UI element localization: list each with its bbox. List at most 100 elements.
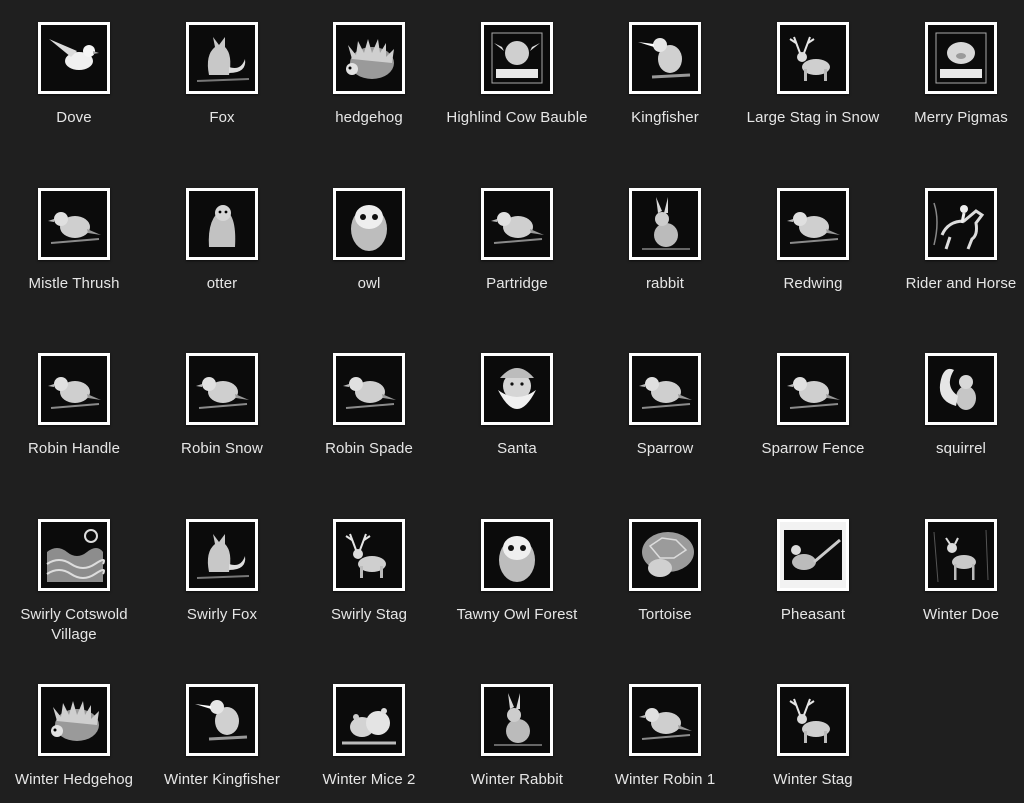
thumbnail-label: hedgehog (335, 109, 403, 126)
thumbnail-image[interactable] (481, 684, 553, 756)
thumbnail-label: Robin Handle (27, 440, 121, 457)
thumbnail-image[interactable] (777, 353, 849, 425)
thumbnail-image[interactable] (333, 684, 405, 756)
gallery-item[interactable]: Redwing (739, 166, 887, 326)
thumbnail-image[interactable] (629, 353, 701, 425)
gallery-item[interactable]: Winter Mice 2 (295, 662, 443, 803)
gallery-item[interactable]: Sparrow (591, 331, 739, 491)
gallery-item[interactable]: Swirly Cotswold Village (0, 497, 148, 657)
gallery-item[interactable]: Winter Kingfisher (148, 662, 296, 803)
thumbnail-label: Winter Mice 2 (322, 771, 416, 788)
gallery-item[interactable]: Highlind Cow Bauble (443, 0, 591, 160)
thumbnail-image[interactable] (481, 22, 553, 94)
thumbnail-image[interactable] (38, 22, 110, 94)
owl-icon (336, 191, 402, 257)
gallery-item[interactable]: Large Stag in Snow (739, 0, 887, 160)
thumbnail-image[interactable] (629, 22, 701, 94)
fox-icon (189, 522, 255, 588)
thumbnail-image[interactable] (629, 519, 701, 591)
bird-icon (189, 356, 255, 422)
thumbnail-label: Pheasant (780, 606, 846, 623)
gallery-item[interactable]: Swirly Fox (148, 497, 296, 657)
gallery-item[interactable]: Tawny Owl Forest (443, 497, 591, 657)
gallery-item[interactable]: Swirly Stag (295, 497, 443, 657)
thumbnail-image[interactable] (629, 188, 701, 260)
mice-icon (336, 687, 402, 753)
thumbnail-label: Swirly Cotswold Village (20, 606, 128, 643)
rabbit-icon (632, 191, 698, 257)
gallery-item[interactable]: Fox (148, 0, 296, 160)
gallery-item[interactable]: Merry Pigmas (887, 0, 1024, 160)
kingfisher-icon (189, 687, 255, 753)
thumbnail-image[interactable] (38, 519, 110, 591)
thumbnail-image[interactable] (925, 353, 997, 425)
gallery-item[interactable]: Winter Doe (887, 497, 1024, 657)
thumbnail-label: Robin Snow (181, 440, 263, 457)
thumbnail-image[interactable] (333, 188, 405, 260)
thumbnail-image[interactable] (186, 188, 258, 260)
thumbnail-image[interactable] (186, 353, 258, 425)
gallery-item[interactable]: Partridge (443, 166, 591, 326)
thumbnail-label: Sparrow (636, 440, 694, 457)
thumbnail-image[interactable] (481, 519, 553, 591)
thumbnail-image[interactable] (925, 188, 997, 260)
thumbnail-image[interactable] (333, 22, 405, 94)
gallery-item[interactable]: Robin Handle (0, 331, 148, 491)
thumbnail-image[interactable] (333, 353, 405, 425)
thumbnail-image[interactable] (186, 519, 258, 591)
thumbnail-image[interactable] (186, 684, 258, 756)
thumbnail-image[interactable] (777, 22, 849, 94)
thumbnail-label: Highlind Cow Bauble (446, 109, 588, 126)
thumbnail-image[interactable] (629, 684, 701, 756)
gallery-item[interactable]: owl (295, 166, 443, 326)
thumbnail-image[interactable] (481, 188, 553, 260)
thumbnail-label: Winter Robin 1 (614, 771, 716, 788)
gallery-item[interactable]: Mistle Thrush (0, 166, 148, 326)
thumbnail-image[interactable] (925, 519, 997, 591)
thumbnail-label: Swirly Fox (186, 606, 258, 623)
thumbnail-image[interactable] (925, 22, 997, 94)
gallery-item[interactable]: Kingfisher (591, 0, 739, 160)
gallery-item[interactable]: Santa (443, 331, 591, 491)
bird-icon (41, 356, 107, 422)
thumbnail-label: Partridge (486, 275, 548, 292)
thumbnail-image[interactable] (38, 188, 110, 260)
village-icon (41, 522, 107, 588)
gallery-item[interactable]: rabbit (591, 166, 739, 326)
tortoise-icon (632, 522, 698, 588)
thumbnail-label: rabbit (645, 275, 685, 292)
thumbnail-image[interactable] (333, 519, 405, 591)
thumbnail-image[interactable] (38, 353, 110, 425)
gallery-item[interactable]: Sparrow Fence (739, 331, 887, 491)
gallery-item[interactable]: Tortoise (591, 497, 739, 657)
gallery-item[interactable]: Pheasant (739, 497, 887, 657)
bird-icon (41, 191, 107, 257)
bird-icon (780, 356, 846, 422)
gallery-item[interactable]: Winter Stag (739, 662, 887, 803)
owl-icon (484, 522, 550, 588)
gallery-item[interactable]: squirrel (887, 331, 1024, 491)
gallery-item[interactable]: Winter Hedgehog (0, 662, 148, 803)
thumbnail-image[interactable] (38, 684, 110, 756)
pig-bauble-icon (928, 25, 994, 91)
gallery-item[interactable]: otter (148, 166, 296, 326)
thumbnail-label: Tawny Owl Forest (456, 606, 578, 623)
thumbnail-image[interactable] (186, 22, 258, 94)
thumbnail-label: Mistle Thrush (28, 275, 120, 292)
gallery-item[interactable]: Rider and Horse (887, 166, 1024, 326)
thumbnail-label: Kingfisher (631, 109, 699, 126)
gallery-item[interactable]: hedgehog (295, 0, 443, 160)
hedgehog-icon (336, 25, 402, 91)
gallery-item[interactable]: Winter Rabbit (443, 662, 591, 803)
thumbnail-image[interactable] (777, 519, 849, 591)
gallery-item[interactable]: Robin Snow (148, 331, 296, 491)
gallery-item[interactable]: Dove (0, 0, 148, 160)
bird-icon (632, 687, 698, 753)
gallery-item[interactable]: Winter Robin 1 (591, 662, 739, 803)
thumbnail-image[interactable] (481, 353, 553, 425)
thumbnail-image[interactable] (777, 684, 849, 756)
fox-icon (189, 25, 255, 91)
stag-icon (336, 522, 402, 588)
gallery-item[interactable]: Robin Spade (295, 331, 443, 491)
thumbnail-image[interactable] (777, 188, 849, 260)
